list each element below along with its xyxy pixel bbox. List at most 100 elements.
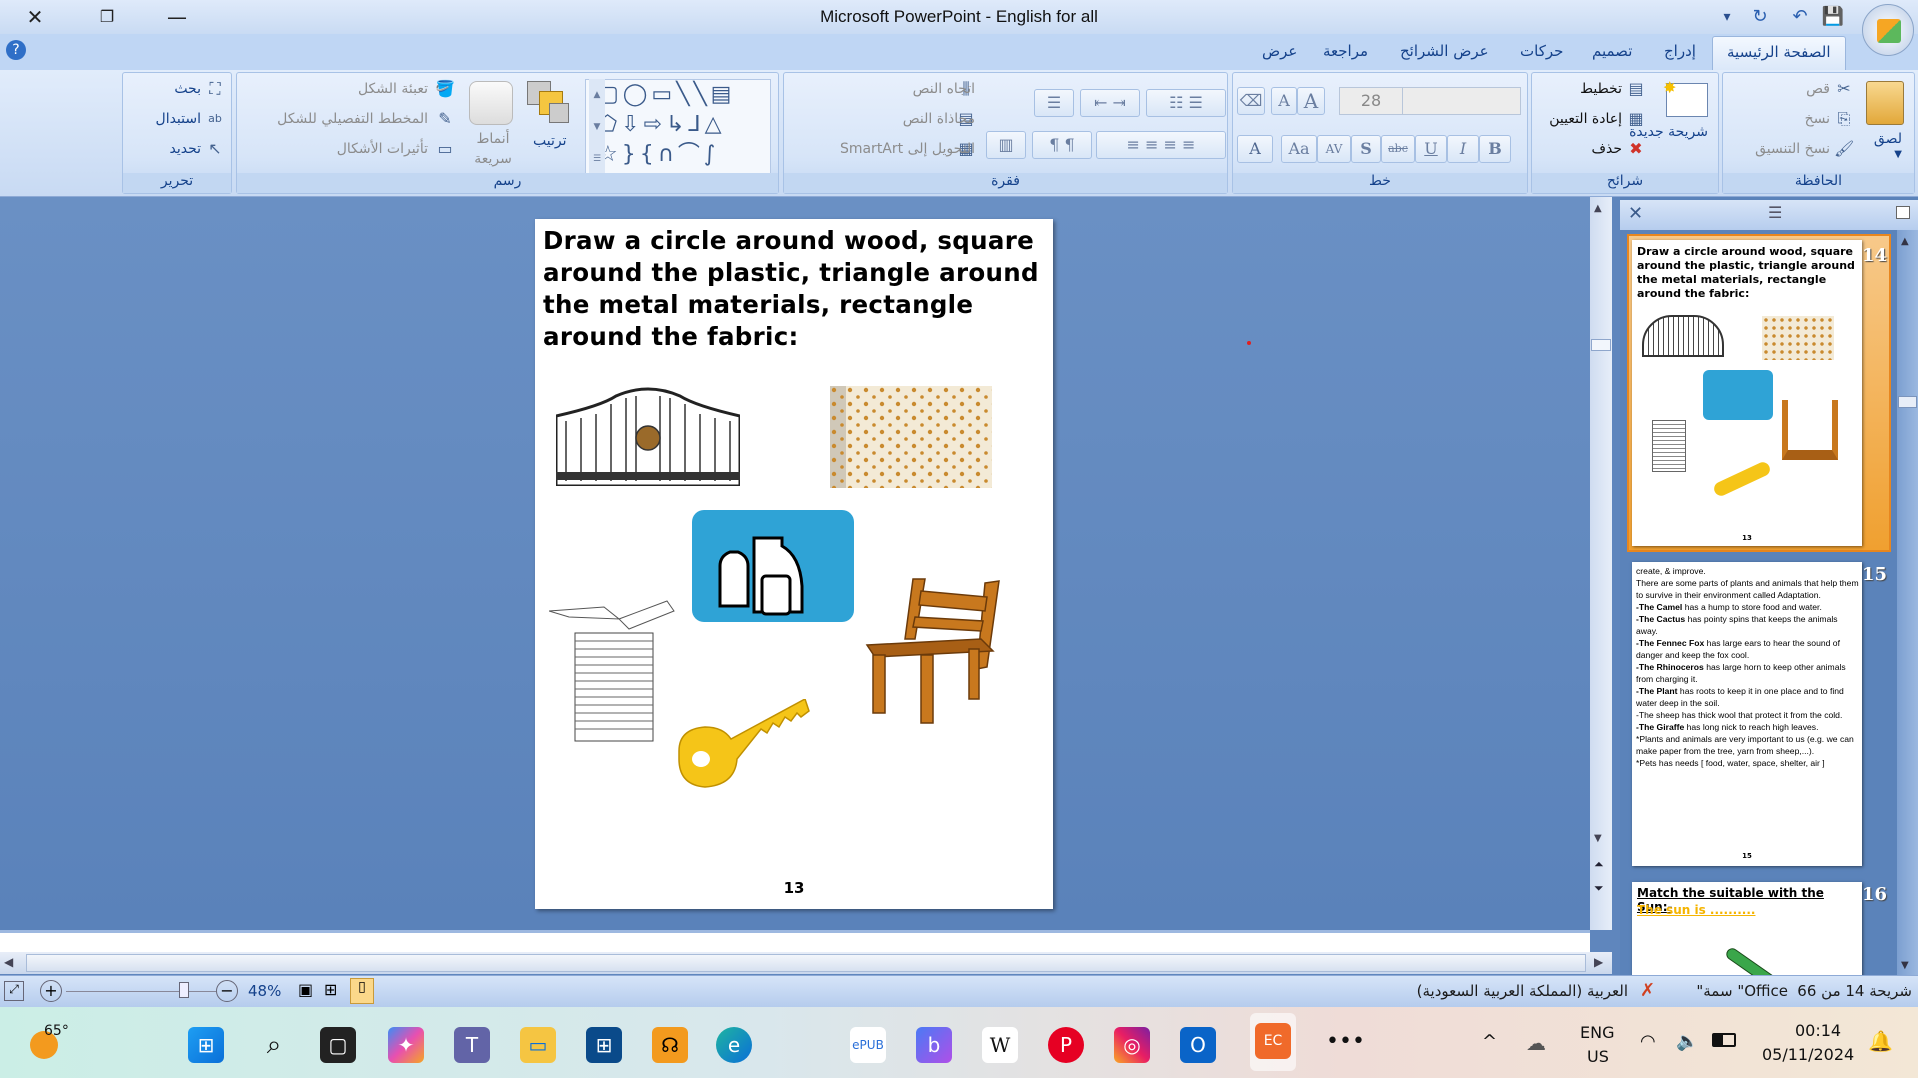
pane-scroll-thumb[interactable]	[1898, 396, 1917, 408]
slide-question-text[interactable]: Draw a circle around wood, square around…	[543, 225, 1048, 353]
input-region[interactable]: US	[1587, 1047, 1609, 1066]
previous-slide-icon[interactable]: ⏶	[1594, 857, 1604, 872]
office-button[interactable]	[1862, 4, 1914, 56]
gallery-scroll[interactable]: ▲ ▼ ☰	[589, 79, 605, 175]
shape-effects-button[interactable]: تأثيرات الأشكال	[337, 141, 428, 157]
instagram-icon[interactable]: ◎	[1114, 1027, 1150, 1063]
pane-scroll-up-icon[interactable]: ▲	[1901, 236, 1909, 247]
zoom-level[interactable]: 48%	[248, 982, 281, 1000]
tab-home[interactable]: الصفحة الرئيسية	[1712, 36, 1846, 70]
notification-bell-icon[interactable]: 🔔	[1868, 1029, 1893, 1053]
font-size-input[interactable]: 28	[1339, 87, 1403, 115]
wifi-icon[interactable]: ◠	[1640, 1031, 1656, 1052]
line-spacing-button[interactable]: ☰	[1034, 89, 1074, 117]
zoom-slider-track[interactable]	[66, 991, 216, 992]
horizontal-scrollbar[interactable]: ◀ ▶	[0, 952, 1612, 974]
scroll-left-icon[interactable]: ◀	[4, 955, 13, 969]
layout-button[interactable]: تخطيط	[1580, 81, 1622, 97]
select-button[interactable]: تحديد	[169, 141, 201, 157]
help-icon[interactable]: ?	[6, 40, 26, 60]
paste-icon[interactable]	[1866, 81, 1904, 125]
copy-button[interactable]: نسخ	[1805, 111, 1830, 127]
delete-slide-button[interactable]: حذف	[1591, 141, 1622, 157]
format-painter-button[interactable]: نسخ التنسيق	[1755, 141, 1830, 157]
indent-buttons[interactable]: ⇤ ⇥	[1080, 89, 1140, 117]
slide-thumbnail-16[interactable]: Match the suitable with the Sun:- The su…	[1632, 882, 1862, 978]
bing-icon[interactable]: b	[916, 1027, 952, 1063]
close-pane-icon[interactable]: ✕	[1628, 203, 1643, 224]
pinterest-icon[interactable]: P	[1048, 1027, 1084, 1063]
customize-toolbar-icon[interactable]: ▾	[1712, 4, 1742, 30]
pane-scroll-down-icon[interactable]: ▼	[1901, 960, 1909, 971]
onedrive-icon[interactable]: ☁	[1526, 1031, 1546, 1055]
notes-pane[interactable]	[0, 930, 1590, 952]
strikethrough-button[interactable]: abc	[1381, 135, 1415, 163]
zoom-in-button[interactable]: +	[40, 980, 62, 1002]
clock-date[interactable]: 05/11/2024	[1762, 1045, 1854, 1064]
normal-view-icon[interactable]: ▯	[350, 978, 374, 1004]
font-color-button[interactable]: A	[1237, 135, 1273, 163]
scroll-up-icon[interactable]: ▲	[1594, 203, 1602, 214]
more-apps-icon[interactable]: •••	[1326, 1029, 1365, 1054]
quick-styles-button[interactable]: أنماط سريعة	[469, 129, 517, 169]
slides-tab-icon[interactable]	[1896, 206, 1910, 219]
clock-time[interactable]: 00:14	[1795, 1021, 1841, 1040]
convert-smartart-button[interactable]: التحويل إلى SmartArt	[840, 141, 975, 157]
alignment-buttons[interactable]: ≡ ≡ ≡ ≡	[1096, 131, 1226, 159]
next-slide-icon[interactable]: ⏷	[1594, 881, 1604, 896]
language-status[interactable]: العربية (المملكة العربية السعودية)	[1417, 982, 1628, 1000]
metal-gate-image[interactable]	[556, 386, 740, 486]
volume-icon[interactable]: 🔈	[1676, 1031, 1698, 1052]
zoom-out-button[interactable]: −	[216, 980, 238, 1002]
columns-button[interactable]: ▥	[986, 131, 1026, 159]
tab-view[interactable]: عرض	[1262, 42, 1297, 60]
outlook-icon[interactable]: O	[1180, 1027, 1216, 1063]
text-direction-rtl-ltr-buttons[interactable]: ¶ ¶	[1032, 131, 1092, 159]
cut-button[interactable]: قص	[1806, 81, 1830, 97]
repeat-icon[interactable]: ↻	[1745, 4, 1775, 30]
scroll-right-icon[interactable]: ▶	[1594, 955, 1603, 969]
slide-thumbnail-15[interactable]: create, & improve. There are some parts o…	[1632, 562, 1862, 866]
character-spacing-button[interactable]: AV	[1317, 135, 1351, 163]
wooden-chair-image[interactable]	[865, 577, 1005, 725]
epub-reader-icon[interactable]: ePUB	[850, 1027, 886, 1063]
tab-design[interactable]: تصميم	[1592, 42, 1632, 60]
orange-app-icon[interactable]: ☊	[652, 1027, 688, 1063]
undo-icon[interactable]: ↶	[1785, 4, 1815, 30]
clear-formatting-button[interactable]: ⌫	[1237, 87, 1265, 115]
text-direction-button[interactable]: اتجاه النص	[913, 81, 975, 97]
outline-tab-icon[interactable]: ☰	[1768, 203, 1782, 222]
battery-icon[interactable]	[1712, 1033, 1736, 1047]
file-explorer-icon[interactable]: ▭	[520, 1027, 556, 1063]
fabric-curtain-image[interactable]	[830, 386, 992, 488]
slideshow-view-icon[interactable]: ▣	[298, 980, 313, 999]
spellcheck-icon[interactable]: ✗	[1640, 980, 1655, 1001]
search-icon[interactable]: ⌕	[256, 1027, 292, 1063]
new-slide-icon[interactable]: ✸	[1663, 78, 1708, 117]
list-buttons[interactable]: ☷ ☰	[1146, 89, 1226, 117]
tab-slideshow[interactable]: عرض الشرائح	[1400, 42, 1489, 60]
align-text-button[interactable]: محاذاة النص	[903, 111, 975, 127]
shrink-font-button[interactable]: A	[1271, 87, 1297, 115]
paste-button[interactable]: لصق	[1874, 131, 1902, 147]
task-view-icon[interactable]: ▢	[320, 1027, 356, 1063]
zoom-slider-thumb[interactable]	[179, 982, 190, 998]
tab-insert[interactable]: إدراج	[1664, 42, 1696, 60]
bold-button[interactable]: B	[1479, 135, 1511, 163]
tab-review[interactable]: مراجعة	[1323, 42, 1368, 60]
slide-sorter-view-icon[interactable]: ⊞	[324, 980, 337, 999]
weather-widget[interactable]: 65°	[30, 1023, 70, 1063]
reset-button[interactable]: إعادة التعيين	[1549, 111, 1622, 127]
wikipedia-icon[interactable]: W	[982, 1027, 1018, 1063]
scroll-down-icon[interactable]: ▼	[1594, 833, 1602, 844]
save-icon[interactable]: 💾	[1818, 4, 1848, 30]
fit-to-window-icon[interactable]: ⤢	[4, 981, 24, 1001]
shape-outline-button[interactable]: المخطط التفصيلي للشكل	[277, 111, 428, 127]
paste-dropdown-icon[interactable]: ▼	[1894, 149, 1902, 160]
grow-font-button[interactable]: A	[1297, 87, 1325, 115]
change-case-button[interactable]: Aa	[1281, 135, 1317, 163]
tab-animations[interactable]: حركات	[1520, 42, 1563, 60]
slide-thumbnail-14[interactable]: Draw a circle around wood, square around…	[1632, 240, 1862, 546]
find-button[interactable]: بحث	[174, 81, 201, 97]
plastic-bottles-image[interactable]	[692, 510, 854, 622]
